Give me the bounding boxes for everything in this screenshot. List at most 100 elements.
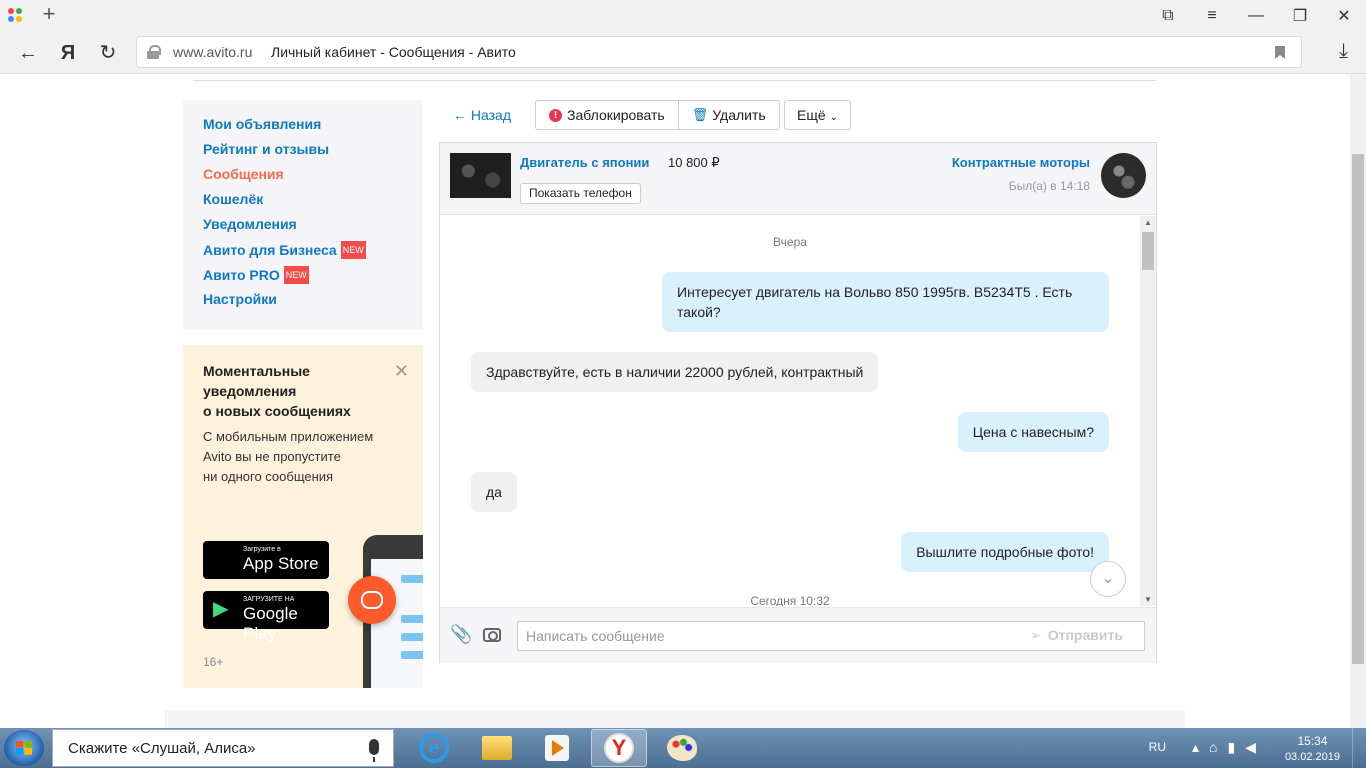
show-desktop-button[interactable] — [1352, 728, 1366, 768]
sidebar-item-label: Авито PRO — [203, 267, 280, 283]
pin-icon[interactable]: ⧉ — [1146, 0, 1190, 32]
back-link[interactable]: ← Назад — [453, 107, 511, 123]
seller-last-seen: Был(а) в 14:18 — [1008, 179, 1090, 193]
chat-bubble-icon — [348, 576, 396, 624]
minimize-button[interactable]: — — [1234, 0, 1278, 32]
send-button[interactable]: ➢ Отправить — [1030, 627, 1123, 644]
sidebar-item-label: Уведомления — [203, 216, 297, 232]
url-domain: www.avito.ru — [173, 44, 253, 60]
message-bubble-outgoing: Цена с навесным? — [957, 412, 1109, 452]
divider — [193, 80, 1157, 81]
message-bubble-incoming: да — [471, 472, 517, 512]
scrollbar-thumb[interactable] — [1352, 154, 1364, 664]
trash-icon: 🗑 — [691, 107, 709, 122]
chat-panel: Двигатель с японии 10 800 ₽ Показать тел… — [439, 142, 1157, 663]
app-store-button[interactable]: Загрузите в App Store — [203, 541, 329, 579]
file-explorer-icon[interactable] — [469, 729, 525, 767]
google-play-button[interactable]: ▶ ЗАГРУЗИТЕ НА Google Play — [203, 591, 329, 643]
hamburger-menu-icon[interactable]: ≡ — [1190, 0, 1234, 32]
bookmark-icon[interactable] — [1275, 46, 1285, 59]
sidebar-item[interactable]: Сообщения — [203, 166, 403, 191]
sidebar-item-label: Рейтинг и отзывы — [203, 141, 330, 157]
sidebar-item-label: Авито для Бизнеса — [203, 242, 337, 258]
sidebar-item[interactable]: Кошелёк — [203, 191, 403, 216]
reload-icon[interactable]: ↻ — [96, 41, 120, 65]
seller-avatar[interactable] — [1101, 153, 1146, 198]
delete-button[interactable]: 🗑 Удалить — [677, 101, 779, 129]
restore-button[interactable]: ❐ — [1278, 0, 1322, 32]
message-list[interactable]: Вчера Интересует двигатель на Вольво 850… — [440, 216, 1140, 606]
sidebar-item[interactable]: Авито для Бизнеса NEW — [203, 241, 403, 266]
warning-icon: ! — [549, 108, 562, 122]
microphone-icon[interactable] — [369, 739, 379, 762]
sidebar-item[interactable]: Настройки — [203, 291, 403, 316]
more-button[interactable]: Ещё ⌄ — [784, 100, 851, 130]
yandex-logo[interactable]: Я — [56, 41, 80, 65]
close-window-button[interactable]: ✕ — [1322, 0, 1366, 32]
scrollbar-thumb[interactable] — [1142, 232, 1154, 270]
browser-menu-icon[interactable] — [8, 8, 24, 24]
back-arrow-icon[interactable]: ← — [16, 41, 40, 65]
language-indicator[interactable]: RU — [1149, 740, 1166, 754]
media-player-icon[interactable] — [529, 729, 585, 767]
app-promo-banner: Моментальные уведомления о новых сообщен… — [183, 345, 423, 688]
scroll-down-arrow-icon[interactable]: ▼ — [1140, 595, 1156, 604]
sidebar-item[interactable]: Рейтинг и отзывы — [203, 141, 403, 166]
taskbar: Скажите «Слушай, Алиса» e Y RU ▴⌂▮◀ 15:3… — [0, 728, 1366, 768]
internet-explorer-icon[interactable]: e — [406, 729, 462, 767]
tray-icons[interactable]: ▴⌂▮◀ — [1192, 739, 1266, 756]
window-controls: ⧉ ≡ — ❐ ✕ — [1146, 0, 1366, 32]
sidebar-item[interactable]: Уведомления — [203, 216, 403, 241]
chat-header: Двигатель с японии 10 800 ₽ Показать тел… — [440, 143, 1156, 215]
paperclip-icon[interactable]: 📎 — [450, 624, 472, 645]
yandex-browser-icon[interactable]: Y — [591, 729, 647, 767]
screen: + ⧉ ≡ — ❐ ✕ ← Я ↻ www.avito.ru Личный ка… — [0, 0, 1366, 768]
url-field[interactable]: www.avito.ru Личный кабинет - Сообщения … — [136, 36, 1302, 68]
show-phone-button[interactable]: Показать телефон — [520, 183, 641, 204]
item-thumbnail[interactable] — [450, 153, 511, 198]
age-rating: 16+ — [203, 655, 224, 669]
url-page-title: Личный кабинет - Сообщения - Авито — [271, 44, 516, 60]
footer-strip — [165, 710, 1185, 728]
item-title-link[interactable]: Двигатель с японии — [520, 155, 649, 170]
seller-name-link[interactable]: Контрактные моторы — [952, 155, 1090, 170]
new-badge: NEW — [340, 241, 366, 259]
play-icon: ▶ — [213, 598, 229, 620]
new-tab-button[interactable]: + — [38, 3, 60, 26]
account-sidebar: Мои объявления Рейтинг и отзывы Сообщения К… — [183, 100, 423, 330]
download-icon[interactable]: ⤓ — [1339, 40, 1348, 63]
alice-search-box[interactable]: Скажите «Слушай, Алиса» — [52, 729, 394, 767]
address-bar: ← Я ↻ www.avito.ru Личный кабинет - Сооб… — [0, 32, 1366, 74]
paint-icon[interactable] — [654, 729, 710, 767]
lock-icon — [147, 45, 161, 59]
browser-tab-bar: + ⧉ ≡ — ❐ ✕ — [0, 0, 1366, 32]
page-scrollbar[interactable] — [1350, 74, 1366, 728]
sidebar-item[interactable]: Мои объявления — [203, 116, 403, 141]
block-button[interactable]: ! Заблокировать — [536, 101, 678, 129]
message-bubble-outgoing: Вышлите подробные фото! — [901, 532, 1109, 572]
sidebar-item-label: Мои объявления — [203, 116, 322, 132]
date-separator: Вчера — [773, 235, 807, 249]
send-icon: ➢ — [1030, 627, 1042, 643]
close-icon[interactable]: ✕ — [394, 361, 409, 382]
sidebar-item-label: Настройки — [203, 291, 277, 307]
promo-title: Моментальные уведомления о новых сообщен… — [203, 363, 351, 419]
chat-action-group: ! Заблокировать 🗑 Удалить — [535, 100, 780, 130]
message-bubble-incoming: Здравствуйте, есть в наличии 22000 рубле… — [471, 352, 879, 392]
camera-icon[interactable] — [483, 628, 501, 642]
sidebar-item-label: Сообщения — [203, 166, 284, 182]
sidebar-item-label: Кошелёк — [203, 191, 264, 207]
page-content: Мои объявления Рейтинг и отзывы Сообщения К… — [0, 74, 1350, 728]
date-separator: Сегодня 10:32 — [750, 594, 830, 606]
scroll-down-button[interactable]: ⌄ — [1090, 561, 1126, 597]
chat-scrollbar[interactable]: ▲ ▼ — [1140, 216, 1156, 606]
scroll-up-arrow-icon[interactable]: ▲ — [1140, 218, 1156, 227]
sidebar-item[interactable]: Авито PRO NEW — [203, 266, 403, 291]
clock[interactable]: 15:34 03.02.2019 — [1285, 733, 1340, 765]
promo-text: С мобильным приложением Avito вы не проп… — [203, 429, 374, 484]
start-button[interactable] — [4, 730, 44, 766]
item-price: 10 800 ₽ — [668, 155, 720, 170]
new-badge: NEW — [283, 266, 309, 284]
chevron-down-icon: ⌄ — [829, 112, 838, 123]
message-composer: 📎 ➢Отправить — [440, 607, 1156, 663]
